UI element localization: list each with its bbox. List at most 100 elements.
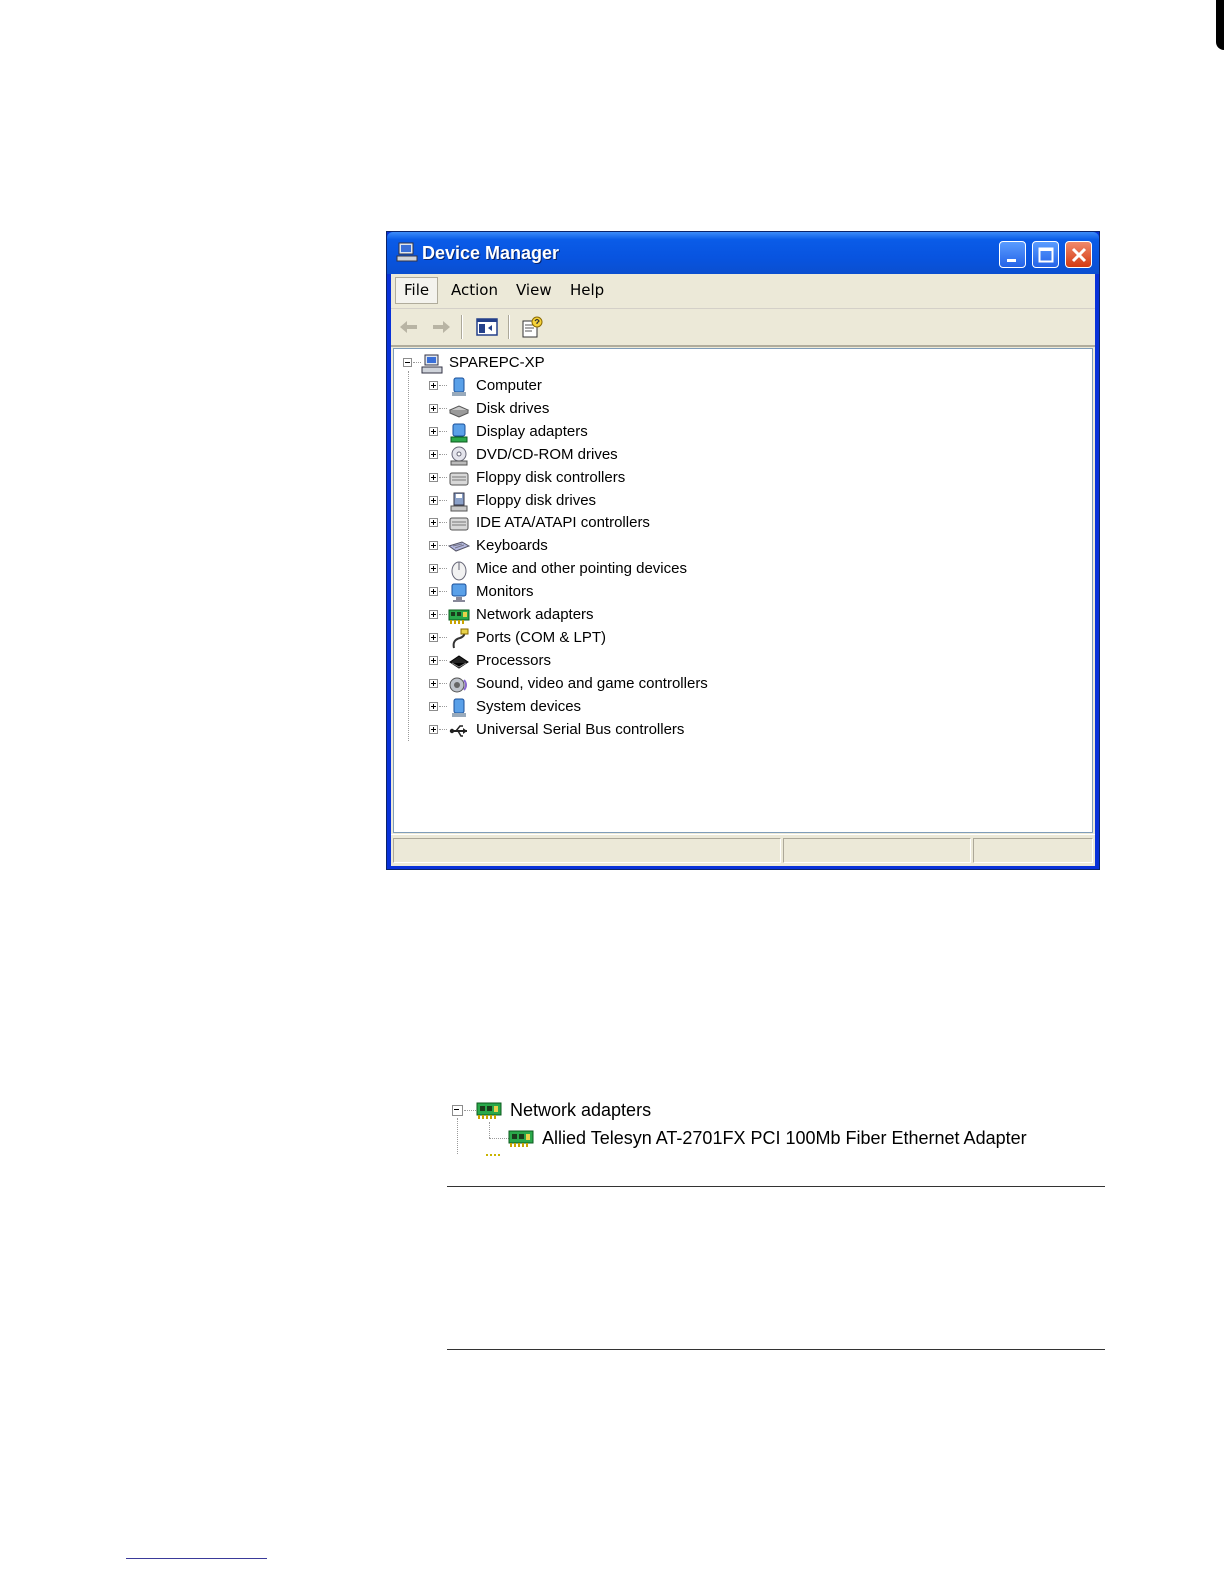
computer-root-icon bbox=[421, 354, 443, 374]
sound-icon bbox=[449, 677, 467, 693]
tree-category-label: Disk drives bbox=[476, 399, 550, 417]
display-adapter-icon bbox=[450, 423, 468, 443]
disk-drive-icon bbox=[448, 405, 470, 418]
network-card-icon bbox=[476, 1102, 502, 1119]
tree-connector bbox=[439, 430, 447, 433]
close-icon bbox=[1071, 247, 1087, 263]
tree-connector bbox=[489, 1122, 490, 1138]
expand-toggle[interactable] bbox=[429, 472, 438, 482]
tree-category-display-adapters[interactable]: Display adapters bbox=[394, 422, 794, 444]
tree-connector bbox=[439, 476, 447, 479]
expand-toggle[interactable] bbox=[429, 655, 438, 665]
menu-help[interactable]: Help bbox=[562, 277, 612, 304]
tree-category-ide-ata-atapi-controllers[interactable]: IDE ATA/ATAPI controllers bbox=[394, 513, 794, 535]
expand-toggle[interactable] bbox=[429, 518, 438, 528]
tree-category-universal-serial-bus-controllers[interactable]: Universal Serial Bus controllers bbox=[394, 720, 794, 742]
expand-toggle[interactable] bbox=[429, 541, 438, 551]
tree-category-system-devices[interactable]: System devices bbox=[394, 697, 794, 719]
tree-connector bbox=[439, 614, 447, 616]
section-rule bbox=[447, 1349, 1105, 1350]
device-manager-icon bbox=[396, 242, 418, 262]
expand-toggle[interactable] bbox=[429, 426, 438, 436]
tree-category-label: Mice and other pointing devices bbox=[476, 560, 687, 578]
status-pane-3 bbox=[973, 838, 1093, 863]
title-bar[interactable]: Device Manager bbox=[387, 232, 1099, 274]
tree-category-label: Computer bbox=[476, 377, 542, 394]
section-rule bbox=[447, 1186, 1105, 1187]
expand-toggle[interactable] bbox=[429, 678, 438, 688]
network-card-icon bbox=[508, 1130, 534, 1147]
close-button[interactable] bbox=[1065, 241, 1092, 268]
tree-connector bbox=[457, 1118, 458, 1154]
tree-root[interactable]: SPAREPC-XP bbox=[394, 353, 794, 375]
tree-category-disk-drives[interactable]: Disk drives bbox=[394, 399, 794, 421]
tree-category-label: Keyboards bbox=[476, 537, 548, 555]
tree-category-keyboards[interactable]: Keyboards bbox=[394, 536, 794, 558]
controller-icon bbox=[449, 517, 469, 531]
expand-toggle[interactable] bbox=[429, 449, 438, 459]
tree-category-dvd-cd-rom-drives[interactable]: DVD/CD-ROM drives bbox=[394, 445, 794, 467]
status-pane-2 bbox=[783, 838, 971, 863]
minimize-button[interactable] bbox=[999, 241, 1026, 268]
expand-toggle[interactable] bbox=[429, 564, 438, 574]
properties-icon[interactable] bbox=[520, 315, 544, 339]
tree-connector bbox=[439, 728, 447, 731]
console-tree-icon[interactable] bbox=[475, 315, 499, 339]
collapse-toggle[interactable] bbox=[452, 1105, 463, 1116]
maximize-button[interactable] bbox=[1032, 241, 1059, 268]
tree-category-label: Monitors bbox=[476, 583, 534, 601]
device-tree: SPAREPC-XP Computer Disk drives Display ad… bbox=[393, 348, 1093, 833]
tree-category-network-adapters[interactable]: Network adapters bbox=[394, 605, 794, 627]
tree-category-processors[interactable]: Processors bbox=[394, 651, 794, 673]
status-bar bbox=[391, 834, 1095, 866]
tree-category-sound-video-and-game-controllers[interactable]: Sound, video and game controllers bbox=[394, 674, 794, 696]
page-edge-mark bbox=[1216, 0, 1224, 50]
tree-category-label: Processors bbox=[476, 651, 552, 669]
tree-category-floppy-disk-controllers[interactable]: Floppy disk controllers bbox=[394, 468, 794, 490]
tree-category-label: Floppy disk drives bbox=[476, 491, 597, 509]
tree-category-monitors[interactable]: Monitors bbox=[394, 582, 794, 604]
expand-toggle[interactable] bbox=[429, 610, 438, 619]
device-manager-window: Device Manager File Action View Help SPA… bbox=[386, 231, 1100, 870]
collapse-toggle[interactable] bbox=[403, 358, 412, 367]
tree-category-mice-and-other-pointing-devices[interactable]: Mice and other pointing devices bbox=[394, 559, 794, 581]
menu-action[interactable]: Action bbox=[443, 277, 506, 304]
expand-toggle[interactable] bbox=[429, 495, 438, 505]
tree-connector bbox=[439, 407, 447, 410]
tree-connector bbox=[439, 545, 447, 547]
port-icon bbox=[452, 628, 469, 649]
tree-category-computer[interactable]: Computer bbox=[394, 376, 794, 398]
tree-connector bbox=[439, 522, 447, 524]
system-icon bbox=[452, 698, 466, 717]
expand-toggle[interactable] bbox=[429, 632, 438, 642]
tree-category-label: System devices bbox=[476, 697, 582, 715]
menu-bar: File Action View Help bbox=[391, 274, 1095, 309]
tree-category-ports-com-lpt[interactable]: Ports (COM & LPT) bbox=[394, 628, 794, 650]
window-body: File Action View Help SPAREPC-XP Compute… bbox=[391, 274, 1095, 866]
toolbar bbox=[391, 309, 1095, 347]
tree-connector bbox=[439, 659, 447, 662]
keyboard-icon bbox=[448, 541, 470, 552]
tree-connector bbox=[439, 591, 447, 593]
tree-category-label: Universal Serial Bus controllers bbox=[476, 720, 685, 738]
tree-category-label: DVD/CD-ROM drives bbox=[476, 445, 618, 463]
tree-category-label: Floppy disk controllers bbox=[476, 468, 626, 486]
expand-toggle[interactable] bbox=[429, 701, 438, 711]
mouse-icon bbox=[451, 561, 467, 581]
menu-file[interactable]: File bbox=[395, 277, 439, 304]
menu-view[interactable]: View bbox=[508, 277, 560, 304]
expand-toggle[interactable] bbox=[429, 381, 438, 390]
minimize-icon bbox=[1007, 259, 1016, 262]
expand-toggle[interactable] bbox=[429, 587, 438, 597]
snippet-device-label[interactable]: Allied Telesyn AT-2701FX PCI 100Mb Fiber… bbox=[542, 1128, 1027, 1149]
floppy-icon bbox=[450, 492, 468, 511]
expand-toggle[interactable] bbox=[429, 724, 438, 734]
tree-connector bbox=[486, 1154, 500, 1156]
computer-icon bbox=[452, 377, 466, 396]
back-arrow-icon[interactable] bbox=[397, 315, 421, 339]
forward-arrow-icon[interactable] bbox=[429, 315, 453, 339]
tree-category-label: Sound, video and game controllers bbox=[476, 674, 708, 692]
tree-category-floppy-disk-drives[interactable]: Floppy disk drives bbox=[394, 491, 794, 513]
tree-category-label: Display adapters bbox=[476, 422, 588, 440]
expand-toggle[interactable] bbox=[429, 403, 438, 413]
